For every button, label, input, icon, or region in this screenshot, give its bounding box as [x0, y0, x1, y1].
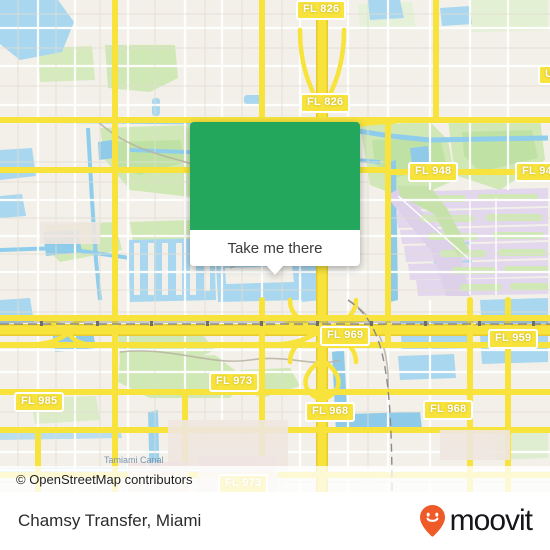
moovit-wordmark: moovit [449, 504, 533, 537]
map-page: FL 826 FL 826 U FL 948 FL 948 FL 969 FL 959 FL … [0, 0, 550, 550]
attribution-text: © OpenStreetMap contributors [16, 471, 193, 487]
take-me-there-label: Take me there [227, 239, 323, 257]
moovit-pin-icon [419, 505, 445, 537]
road-shield: FL 948 [515, 162, 550, 182]
popup-pointer-tail [266, 265, 284, 275]
road-shield: FL 948 [408, 162, 459, 182]
road-shield: FL 826 [300, 93, 351, 113]
road-shield: FL 968 [423, 400, 474, 420]
take-me-there-button[interactable]: Take me there [190, 230, 360, 266]
road-shield: FL 985 [14, 392, 65, 412]
road-shield: U [538, 65, 550, 85]
road-shield: FL 969 [320, 326, 371, 346]
place-title: Chamsy Transfer, Miami [18, 511, 202, 530]
road-shield: FL 826 [296, 0, 347, 20]
road-shield: FL 973 [209, 372, 260, 392]
map-attribution: © OpenStreetMap contributors [0, 466, 550, 492]
road-shield: FL 968 [305, 402, 356, 422]
road-shield: FL 959 [488, 329, 539, 349]
footer-bar: Chamsy Transfer, Miami moovit [0, 492, 550, 550]
moovit-logo[interactable]: moovit [418, 504, 533, 538]
popup-image-placeholder [190, 122, 360, 230]
location-popup[interactable]: Take me there [190, 122, 360, 275]
water-label: Tamiami Canal [104, 455, 164, 465]
